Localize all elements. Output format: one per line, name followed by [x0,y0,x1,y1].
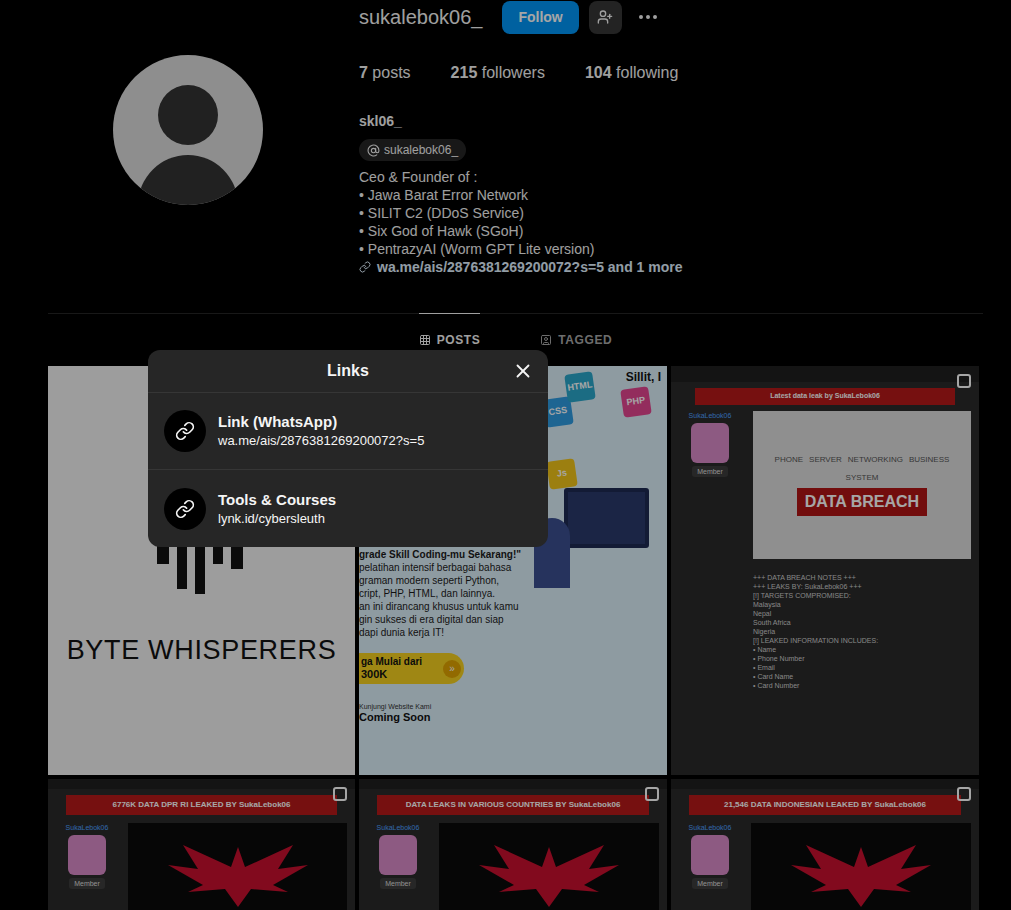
close-button[interactable] [512,360,534,382]
dialog-title: Links [327,359,369,383]
links-dialog: Links Link (WhatsApp)wa.me/ais/2876381269… [148,350,548,547]
link-title: Tools & Courses [218,490,336,510]
link-url: wa.me/ais/2876381269200072?s=5 [218,432,424,450]
link-icon [175,499,195,519]
link-row[interactable]: Tools & Courseslynk.id/cybersleuth [148,470,548,547]
link-title: Link (WhatsApp) [218,412,424,432]
instagram-profile-page: sukalebok06_Follow7 posts215 followers10… [0,0,1011,910]
link-url: lynk.id/cybersleuth [218,510,336,528]
close-icon [512,360,534,382]
link-row[interactable]: Link (WhatsApp)wa.me/ais/287638126920007… [148,393,548,470]
link-icon [175,421,195,441]
